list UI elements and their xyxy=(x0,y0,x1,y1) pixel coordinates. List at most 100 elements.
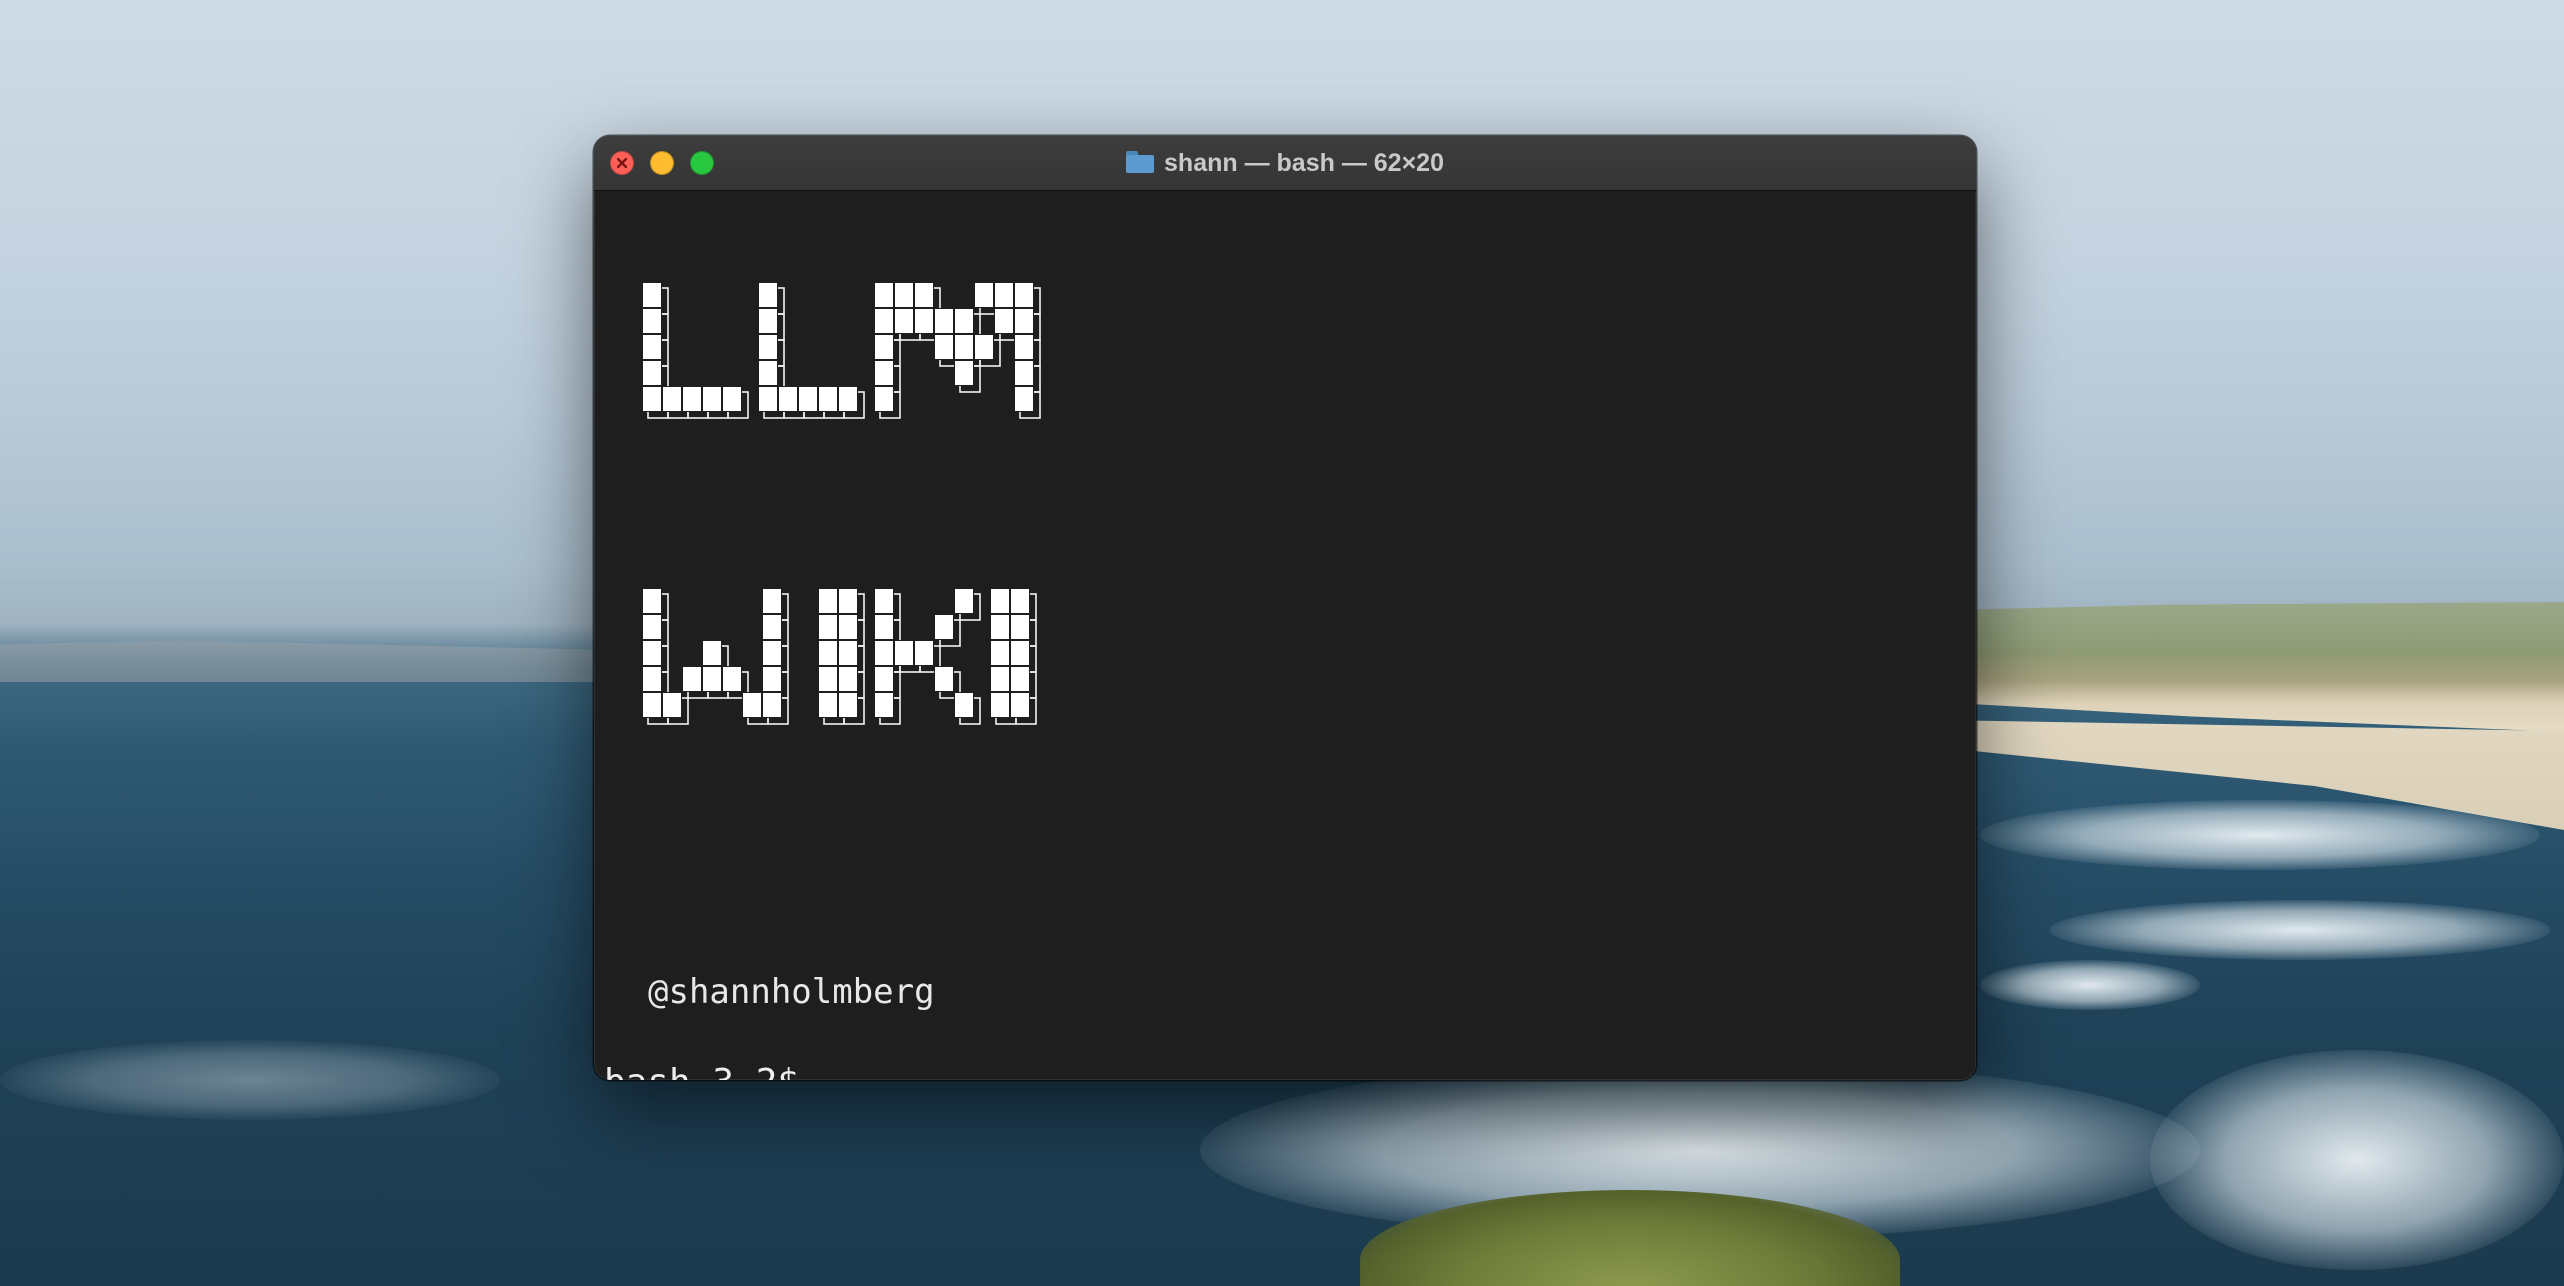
logo-cell xyxy=(875,589,893,613)
logo-cell xyxy=(643,615,661,639)
logo-cell xyxy=(1011,667,1029,691)
logo-cell xyxy=(703,641,721,665)
window-title: shann — bash — 62×20 xyxy=(594,136,1976,190)
logo-cell xyxy=(1011,693,1029,717)
logo-cell xyxy=(1015,361,1033,385)
logo-letter-w xyxy=(642,588,789,725)
logo-letter-i xyxy=(818,588,865,725)
logo-cell xyxy=(955,693,973,717)
logo-cell xyxy=(819,641,837,665)
logo-cell xyxy=(995,309,1013,333)
logo-cell xyxy=(763,693,781,717)
logo-cell xyxy=(839,693,857,717)
logo-cell xyxy=(875,361,893,385)
logo-cell xyxy=(991,589,1009,613)
logo-cell xyxy=(1015,387,1033,411)
logo-letter-l xyxy=(758,282,865,419)
logo-cell xyxy=(643,641,661,665)
logo-letter-m xyxy=(874,282,1041,419)
logo-cell xyxy=(1015,283,1033,307)
logo-cell xyxy=(643,335,661,359)
logo-letter-k xyxy=(874,588,981,725)
logo-cell xyxy=(875,309,893,333)
logo-cell xyxy=(975,283,993,307)
logo-cell xyxy=(839,589,857,613)
logo-cell xyxy=(875,387,893,411)
logo-cell xyxy=(1011,641,1029,665)
logo-cell xyxy=(799,387,817,411)
logo-cell xyxy=(839,641,857,665)
wallpaper-foam xyxy=(2150,1050,2564,1270)
logo-cell xyxy=(839,387,857,411)
terminal-window[interactable]: shann — bash — 62×20 @shannholmberg bash… xyxy=(594,136,1976,1080)
logo-cell xyxy=(763,667,781,691)
terminal-content[interactable]: @shannholmberg bash-3.2$ xyxy=(594,192,1976,1080)
logo-cell xyxy=(759,283,777,307)
logo-cell xyxy=(839,615,857,639)
logo-cell xyxy=(643,283,661,307)
logo-cell xyxy=(875,641,893,665)
logo-cell xyxy=(935,335,953,359)
logo-cell xyxy=(819,589,837,613)
logo-cell xyxy=(915,641,933,665)
logo-cell xyxy=(975,335,993,359)
logo-letter-i xyxy=(990,588,1037,725)
logo-cell xyxy=(895,283,913,307)
wallpaper-foam xyxy=(1980,800,2540,870)
logo-cell xyxy=(759,335,777,359)
logo-cell xyxy=(895,641,913,665)
logo-cell xyxy=(763,641,781,665)
logo-cell xyxy=(1015,335,1033,359)
logo-cell xyxy=(915,309,933,333)
logo-cell xyxy=(875,615,893,639)
logo-cell xyxy=(875,667,893,691)
logo-cell xyxy=(723,667,741,691)
logo-cell xyxy=(663,693,681,717)
wallpaper-coast xyxy=(1960,602,2564,732)
logo-cell xyxy=(1011,589,1029,613)
logo-cell xyxy=(995,283,1013,307)
logo-cell xyxy=(643,589,661,613)
ascii-logo-art xyxy=(642,282,1041,725)
logo-cell xyxy=(683,387,701,411)
logo-cell xyxy=(935,615,953,639)
window-title-text: shann — bash — 62×20 xyxy=(1164,149,1444,177)
logo-cell xyxy=(759,309,777,333)
logo-cell xyxy=(723,387,741,411)
logo-cell xyxy=(643,361,661,385)
logo-cell xyxy=(991,693,1009,717)
wallpaper-foam xyxy=(0,1040,500,1120)
logo-cell xyxy=(955,589,973,613)
shell-prompt-line[interactable]: bash-3.2$ xyxy=(604,1058,813,1080)
logo-cell xyxy=(743,693,761,717)
logo-cell xyxy=(643,693,661,717)
logo-cell xyxy=(759,387,777,411)
logo-cell xyxy=(991,615,1009,639)
logo-cell xyxy=(1011,615,1029,639)
logo-cell xyxy=(643,667,661,691)
text-cursor xyxy=(809,1058,813,1080)
wallpaper-headland xyxy=(0,640,600,682)
logo-cell xyxy=(779,387,797,411)
logo-cell xyxy=(955,361,973,385)
logo-cell xyxy=(643,309,661,333)
logo-letter-l xyxy=(642,282,749,419)
logo-cell xyxy=(875,283,893,307)
logo-cell xyxy=(819,667,837,691)
logo-cell xyxy=(1015,309,1033,333)
logo-cell xyxy=(991,667,1009,691)
logo-cell xyxy=(703,387,721,411)
logo-cell xyxy=(895,309,913,333)
logo-cell xyxy=(915,283,933,307)
logo-cell xyxy=(763,589,781,613)
logo-cell xyxy=(935,667,953,691)
logo-cell xyxy=(683,667,701,691)
title-bar[interactable]: shann — bash — 62×20 xyxy=(594,136,1976,191)
logo-cell xyxy=(663,387,681,411)
logo-cell xyxy=(703,667,721,691)
logo-cell xyxy=(875,335,893,359)
logo-cell xyxy=(955,335,973,359)
logo-cell xyxy=(763,615,781,639)
folder-icon xyxy=(1126,151,1155,174)
logo-cell xyxy=(839,667,857,691)
